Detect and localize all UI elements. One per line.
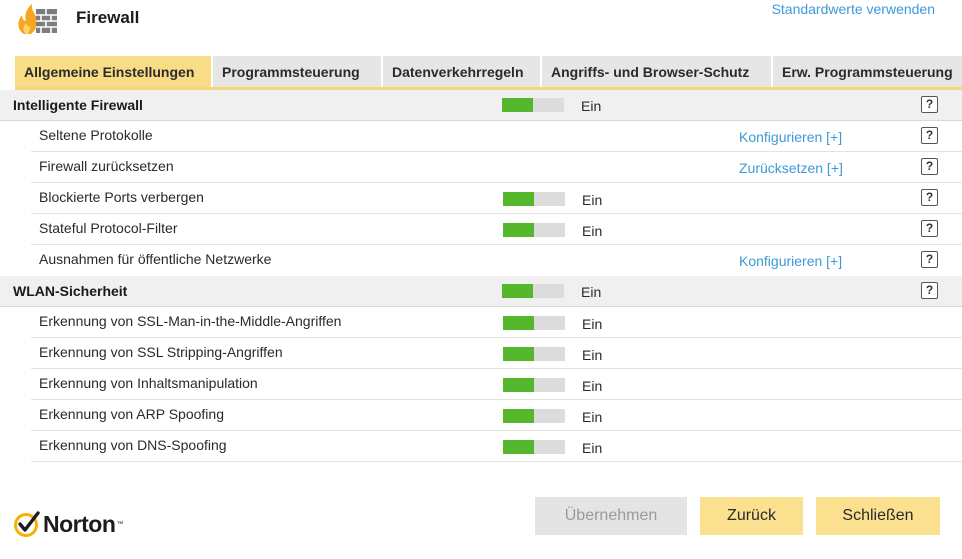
- toggle-fill: [503, 378, 534, 392]
- settings-list: Intelligente Firewall Ein ? Seltene Prot…: [0, 90, 962, 462]
- ssl-stripping-toggle[interactable]: [503, 347, 565, 361]
- tab-general-settings[interactable]: Allgemeine Einstellungen: [15, 56, 213, 87]
- section-smart-firewall: Intelligente Firewall Ein ?: [0, 90, 962, 121]
- help-icon[interactable]: ?: [921, 158, 938, 175]
- wlan-security-toggle[interactable]: [502, 284, 564, 298]
- setting-row: Seltene Protokolle Konfigurieren [+] ?: [0, 121, 962, 152]
- use-defaults-link[interactable]: Standardwerte verwenden: [772, 1, 935, 17]
- toggle-state: Ein: [581, 98, 602, 114]
- toggle-fill: [503, 440, 534, 454]
- tab-advanced-program-control[interactable]: Erw. Programmsteuerung: [773, 56, 962, 87]
- divider: [31, 461, 962, 462]
- setting-label: Erkennung von DNS-Spoofing: [39, 437, 227, 453]
- section-wlan-security: WLAN-Sicherheit Ein ?: [0, 276, 962, 307]
- back-button[interactable]: Zurück: [700, 497, 803, 535]
- norton-checkmark-icon: [14, 511, 40, 537]
- setting-row: Erkennung von Inhaltsmanipulation Ein: [0, 369, 962, 400]
- setting-row: Erkennung von SSL Stripping-Angriffen Ei…: [0, 338, 962, 369]
- setting-row: Erkennung von ARP Spoofing Ein: [0, 400, 962, 431]
- tab-traffic-rules[interactable]: Datenverkehrregeln: [383, 56, 542, 87]
- stealth-ports-toggle[interactable]: [503, 192, 565, 206]
- stateful-filter-toggle[interactable]: [503, 223, 565, 237]
- smart-firewall-toggle[interactable]: [502, 98, 564, 112]
- toggle-state: Ein: [582, 409, 603, 425]
- toggle-state: Ein: [582, 223, 603, 239]
- toggle-state: Ein: [582, 347, 603, 363]
- toggle-fill: [503, 223, 534, 237]
- configure-link[interactable]: Konfigurieren [+]: [739, 129, 842, 145]
- toggle-state: Ein: [581, 284, 602, 300]
- setting-label: Seltene Protokolle: [39, 127, 153, 143]
- content-manipulation-toggle[interactable]: [503, 378, 565, 392]
- setting-label: Erkennung von ARP Spoofing: [39, 406, 224, 422]
- setting-row: Erkennung von SSL-Man-in-the-Middle-Angr…: [0, 307, 962, 338]
- help-icon[interactable]: ?: [921, 189, 938, 206]
- tab-program-control[interactable]: Programmsteuerung: [213, 56, 383, 87]
- setting-row: Erkennung von DNS-Spoofing Ein: [0, 431, 962, 462]
- toggle-fill: [502, 98, 533, 112]
- section-title: WLAN-Sicherheit: [13, 283, 128, 299]
- setting-label: Stateful Protocol-Filter: [39, 220, 178, 236]
- help-icon[interactable]: ?: [921, 127, 938, 144]
- setting-label: Blockierte Ports verbergen: [39, 189, 204, 205]
- configure-link[interactable]: Konfigurieren [+]: [739, 253, 842, 269]
- toggle-state: Ein: [582, 316, 603, 332]
- arp-spoofing-toggle[interactable]: [503, 409, 565, 423]
- toggle-fill: [503, 409, 534, 423]
- setting-row: Blockierte Ports verbergen Ein ?: [0, 183, 962, 214]
- help-icon[interactable]: ?: [921, 220, 938, 237]
- setting-row: Stateful Protocol-Filter Ein ?: [0, 214, 962, 245]
- page-title: Firewall: [76, 8, 140, 27]
- help-icon[interactable]: ?: [921, 251, 938, 268]
- setting-label: Erkennung von SSL Stripping-Angriffen: [39, 344, 283, 360]
- tab-intrusion-browser-protection[interactable]: Angriffs- und Browser-Schutz: [542, 56, 773, 87]
- norton-logo: Norton ™: [13, 508, 123, 540]
- firewall-icon: [18, 4, 57, 34]
- setting-label: Ausnahmen für öffentliche Netzwerke: [39, 251, 272, 267]
- toggle-state: Ein: [582, 440, 603, 456]
- apply-button[interactable]: Übernehmen: [535, 497, 687, 535]
- toggle-fill: [503, 192, 534, 206]
- toggle-state: Ein: [582, 192, 603, 208]
- help-icon[interactable]: ?: [921, 282, 938, 299]
- section-title: Intelligente Firewall: [13, 97, 143, 113]
- dns-spoofing-toggle[interactable]: [503, 440, 565, 454]
- tab-bar: Allgemeine Einstellungen Programmsteueru…: [15, 56, 962, 90]
- header: Firewall Standardwerte verwenden: [0, 0, 962, 52]
- setting-label: Erkennung von Inhaltsmanipulation: [39, 375, 258, 391]
- toggle-fill: [502, 284, 533, 298]
- ssl-mitm-toggle[interactable]: [503, 316, 565, 330]
- toggle-fill: [503, 347, 534, 361]
- logo-text: Norton: [43, 510, 116, 537]
- reset-link[interactable]: Zurücksetzen [+]: [739, 160, 843, 176]
- trademark: ™: [116, 520, 124, 528]
- toggle-state: Ein: [582, 378, 603, 394]
- setting-row: Firewall zurücksetzen Zurücksetzen [+] ?: [0, 152, 962, 183]
- setting-label: Firewall zurücksetzen: [39, 158, 174, 174]
- help-icon[interactable]: ?: [921, 96, 938, 113]
- setting-row: Ausnahmen für öffentliche Netzwerke Konf…: [0, 245, 962, 276]
- setting-label: Erkennung von SSL-Man-in-the-Middle-Angr…: [39, 313, 342, 329]
- close-button[interactable]: Schließen: [816, 497, 940, 535]
- toggle-fill: [503, 316, 534, 330]
